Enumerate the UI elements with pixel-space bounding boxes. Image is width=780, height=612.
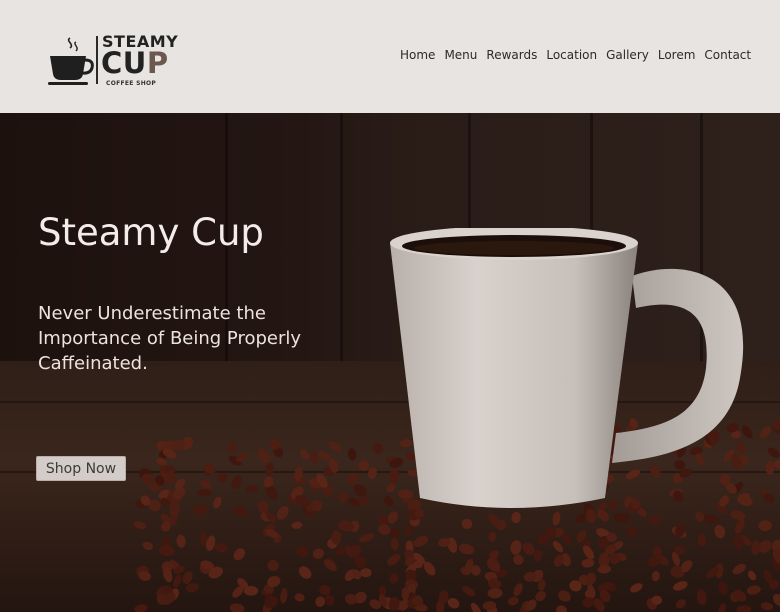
- coffee-bean: [487, 588, 503, 599]
- coffee-bean: [257, 500, 269, 514]
- coffee-bean: [736, 605, 752, 612]
- logo-tagline: COFFEE SHOP: [106, 80, 157, 87]
- coffee-cup-icon: [48, 37, 94, 85]
- coffee-bean: [217, 472, 228, 483]
- coffee-bean: [360, 568, 372, 578]
- coffee-bean: [348, 497, 360, 507]
- coffee-bean: [276, 506, 289, 520]
- coffee-bean: [368, 467, 377, 480]
- coffee-bean: [747, 570, 757, 581]
- coffee-bean: [767, 447, 780, 458]
- coffee-bean: [746, 585, 761, 595]
- coffee-bean: [300, 449, 310, 460]
- coffee-bean: [233, 505, 247, 517]
- coffee-bean: [556, 605, 567, 612]
- coffee-bean: [359, 533, 375, 543]
- coffee-bean: [298, 566, 312, 579]
- coffee-bean: [673, 581, 688, 591]
- coffee-bean: [280, 588, 288, 604]
- nav-location[interactable]: Location: [546, 48, 597, 62]
- coffee-bean: [651, 571, 660, 582]
- coffee-bean: [696, 589, 707, 605]
- coffee-bean: [470, 602, 482, 612]
- coffee-bean: [158, 545, 175, 557]
- coffee-bean: [199, 480, 212, 490]
- coffee-bean: [759, 426, 771, 439]
- coffee-bean: [213, 496, 222, 509]
- coffee-bean: [389, 573, 399, 584]
- coffee-bean: [176, 534, 186, 548]
- coffee-bean: [347, 473, 359, 484]
- coffee-bean: [462, 586, 476, 597]
- coffee-bean: [310, 451, 319, 464]
- coffee-bean: [401, 587, 409, 601]
- coffee-bean: [513, 583, 523, 596]
- coffee-bean: [233, 548, 246, 561]
- coffee-bean: [214, 543, 228, 553]
- nav-home[interactable]: Home: [400, 48, 435, 62]
- logo-wordmark-cup: CUP: [101, 48, 169, 78]
- coffee-bean: [718, 581, 729, 595]
- site-header: STEAMY CUP COFFEE SHOP Home Menu Rewards…: [0, 0, 780, 113]
- nav-menu[interactable]: Menu: [444, 48, 477, 62]
- hero-subtitle: Never Underestimate the Importance of Be…: [38, 303, 302, 374]
- coffee-mug-image: [390, 228, 744, 508]
- coffee-bean: [353, 484, 367, 497]
- coffee-bean: [142, 541, 154, 551]
- hero-section: Steamy Cup Never Underestimate the Impor…: [0, 113, 780, 612]
- coffee-bean: [291, 521, 303, 529]
- coffee-bean: [193, 504, 208, 515]
- main-nav: Home Menu Rewards Location Gallery Lorem…: [400, 48, 760, 62]
- coffee-bean: [338, 492, 348, 503]
- coffee-bean: [296, 545, 309, 558]
- coffee-bean: [581, 558, 595, 568]
- logo-divider: [96, 36, 98, 84]
- shop-now-button[interactable]: Shop Now: [36, 456, 126, 481]
- nav-contact[interactable]: Contact: [704, 48, 751, 62]
- brand-logo[interactable]: STEAMY CUP COFFEE SHOP: [46, 30, 178, 90]
- coffee-bean: [507, 596, 519, 606]
- logo-cup-accent: P: [146, 46, 169, 80]
- logo-cup-main: CU: [101, 46, 147, 80]
- coffee-bean: [319, 584, 331, 596]
- nav-gallery[interactable]: Gallery: [606, 48, 649, 62]
- coffee-bean: [387, 554, 401, 566]
- coffee-bean: [231, 475, 242, 490]
- coffee-bean: [133, 521, 147, 530]
- coffee-bean: [513, 554, 524, 565]
- coffee-bean: [630, 583, 643, 593]
- coffee-bean: [718, 603, 727, 612]
- coffee-bean: [758, 520, 772, 532]
- coffee-bean: [328, 441, 342, 453]
- coffee-bean: [315, 596, 326, 607]
- coffee-bean: [765, 460, 775, 475]
- coffee-bean: [197, 489, 212, 497]
- coffee-bean: [227, 442, 238, 453]
- nav-rewards[interactable]: Rewards: [486, 48, 537, 62]
- nav-lorem[interactable]: Lorem: [658, 48, 696, 62]
- coffee-bean: [675, 599, 686, 609]
- coffee-bean: [267, 559, 279, 572]
- coffee-bean: [294, 593, 305, 602]
- coffee-bean: [229, 603, 245, 612]
- coffee-bean: [173, 574, 182, 588]
- coffee-bean: [651, 595, 663, 605]
- coffee-bean: [347, 448, 357, 461]
- coffee-bean: [265, 463, 274, 476]
- coffee-bean: [760, 602, 774, 611]
- coffee-bean: [558, 590, 571, 602]
- coffee-bean: [597, 565, 612, 574]
- coffee-bean: [312, 548, 324, 559]
- coffee-bean: [244, 485, 259, 493]
- coffee-bean: [134, 604, 148, 612]
- coffee-bean: [732, 563, 746, 575]
- hero-title: Steamy Cup: [38, 211, 264, 254]
